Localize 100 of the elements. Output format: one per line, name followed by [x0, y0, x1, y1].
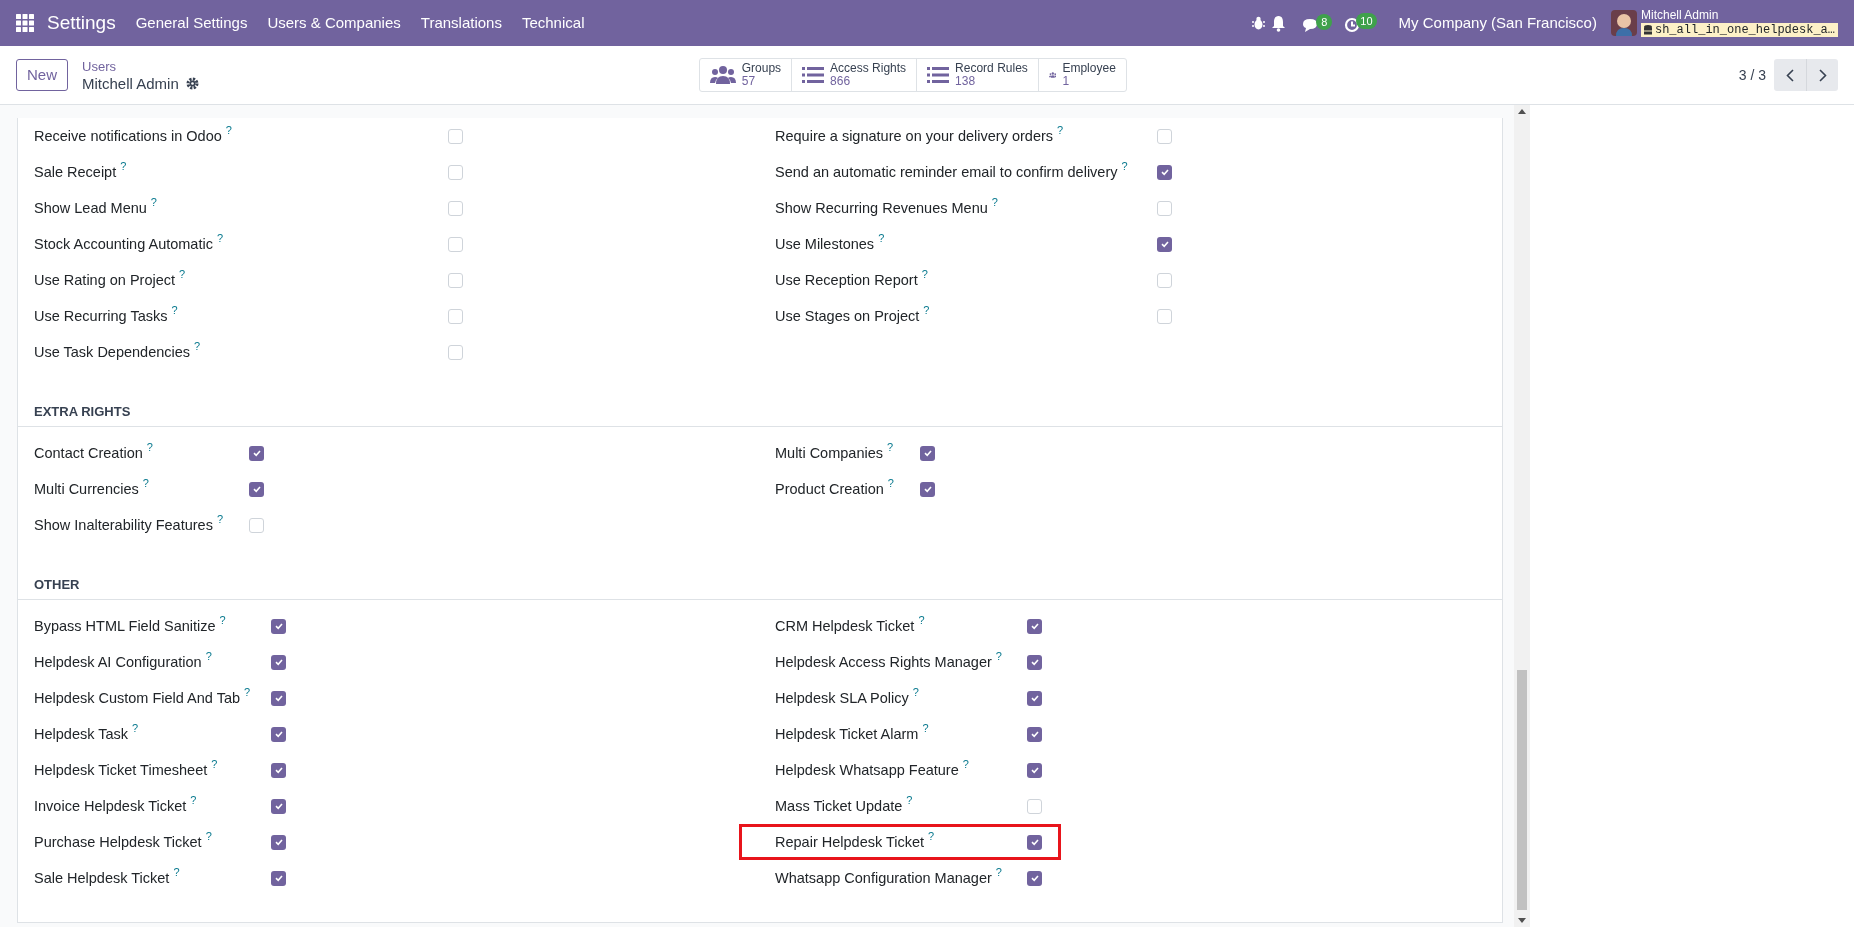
- smart-button[interactable]: Employee 1: [1037, 59, 1126, 91]
- help-mark[interactable]: ?: [928, 831, 935, 842]
- previous-button[interactable]: [1774, 59, 1806, 91]
- help-mark[interactable]: ?: [922, 723, 929, 734]
- checkbox[interactable]: [448, 272, 463, 288]
- checkbox[interactable]: [271, 726, 286, 742]
- help-mark[interactable]: ?: [906, 795, 913, 806]
- checkbox[interactable]: [448, 236, 463, 252]
- section-title: OTHER: [34, 577, 80, 592]
- checkbox[interactable]: [1027, 834, 1042, 850]
- help-mark[interactable]: ?: [244, 687, 251, 698]
- help-mark[interactable]: ?: [216, 514, 224, 525]
- checkbox[interactable]: [1157, 164, 1172, 180]
- help-mark[interactable]: ?: [142, 478, 149, 489]
- clock-icon[interactable]: [1344, 17, 1361, 33]
- help-mark[interactable]: ?: [923, 305, 930, 316]
- checkbox[interactable]: [448, 308, 463, 324]
- help-mark[interactable]: ?: [995, 651, 1002, 662]
- check-icon: [1159, 239, 1170, 249]
- help-mark[interactable]: ?: [991, 197, 998, 208]
- checkbox[interactable]: [448, 128, 463, 144]
- smart-button[interactable]: Groups 57: [699, 59, 792, 91]
- checkbox[interactable]: [1157, 272, 1172, 288]
- help-mark[interactable]: ?: [887, 478, 894, 489]
- help-mark[interactable]: ?: [190, 795, 197, 806]
- help-mark[interactable]: ?: [921, 269, 928, 280]
- menu-item[interactable]: Users & Companies: [267, 11, 401, 35]
- check-icon: [922, 448, 933, 458]
- help-mark[interactable]: ?: [962, 759, 969, 770]
- scroll-up-icon[interactable]: [1518, 109, 1526, 114]
- checkbox[interactable]: [920, 481, 935, 497]
- help-mark[interactable]: ?: [1121, 161, 1128, 172]
- checkbox[interactable]: [271, 870, 286, 886]
- company-switcher[interactable]: My Company (San Francisco): [1398, 11, 1597, 35]
- checkbox[interactable]: [271, 762, 286, 778]
- checkbox[interactable]: [920, 445, 935, 461]
- checkbox[interactable]: [1027, 690, 1042, 706]
- next-button[interactable]: [1806, 59, 1838, 91]
- apps-menu-icon[interactable]: [16, 14, 34, 32]
- gear-icon[interactable]: [185, 77, 199, 90]
- scrollbar[interactable]: [1514, 105, 1530, 927]
- bell-icon[interactable]: [1271, 14, 1287, 32]
- checkbox[interactable]: [271, 834, 286, 850]
- help-mark[interactable]: ?: [132, 723, 139, 734]
- help-mark[interactable]: ?: [194, 341, 201, 352]
- help-mark[interactable]: ?: [219, 615, 226, 626]
- check-icon: [1029, 621, 1040, 631]
- breadcrumb-link[interactable]: Users: [82, 58, 199, 75]
- help-mark[interactable]: ?: [995, 867, 1002, 878]
- app-title[interactable]: Settings: [47, 8, 116, 38]
- help-mark[interactable]: ?: [918, 615, 925, 626]
- checkbox[interactable]: [448, 164, 463, 180]
- menu-item[interactable]: General Settings: [135, 11, 248, 35]
- help-mark[interactable]: ?: [179, 269, 186, 280]
- checkbox[interactable]: [249, 445, 264, 461]
- checkbox[interactable]: [271, 798, 286, 814]
- help-mark[interactable]: ?: [887, 442, 894, 453]
- help-mark[interactable]: ?: [878, 233, 885, 244]
- help-mark[interactable]: ?: [173, 867, 180, 878]
- help-mark[interactable]: ?: [216, 233, 224, 244]
- help-mark[interactable]: ?: [211, 759, 218, 770]
- help-mark[interactable]: ?: [150, 197, 157, 208]
- checkbox[interactable]: [1157, 200, 1172, 216]
- help-mark[interactable]: ?: [205, 651, 212, 662]
- checkbox[interactable]: [1157, 128, 1172, 144]
- checkbox[interactable]: [271, 654, 286, 670]
- scrollbar-thumb[interactable]: [1517, 670, 1527, 910]
- setting-label: Multi Companies: [775, 444, 883, 462]
- menu-item[interactable]: Technical: [521, 11, 585, 35]
- help-mark[interactable]: ?: [120, 161, 127, 172]
- bug-icon[interactable]: [1252, 16, 1266, 30]
- setting-label: Helpdesk Task: [34, 725, 129, 743]
- help-mark[interactable]: ?: [171, 305, 178, 316]
- checkbox[interactable]: [271, 690, 286, 706]
- checkbox[interactable]: [249, 481, 264, 497]
- checkbox[interactable]: [1027, 726, 1042, 742]
- checkbox[interactable]: [1027, 654, 1042, 670]
- checkbox[interactable]: [1157, 308, 1172, 324]
- help-mark[interactable]: ?: [912, 687, 919, 698]
- checkbox[interactable]: [448, 344, 463, 360]
- smart-button[interactable]: Access Rights 866: [791, 59, 917, 91]
- help-mark[interactable]: ?: [146, 442, 153, 453]
- new-button[interactable]: New: [16, 59, 68, 91]
- checkbox[interactable]: [1027, 618, 1042, 634]
- setting-label: Show Lead Menu: [34, 199, 147, 217]
- checkbox[interactable]: [271, 618, 286, 634]
- checkbox[interactable]: [1027, 870, 1042, 886]
- avatar-icon[interactable]: [1610, 10, 1637, 36]
- checkbox[interactable]: [1157, 236, 1172, 252]
- smart-button[interactable]: Record Rules 138: [916, 59, 1038, 91]
- setting-label: Product Creation: [775, 480, 884, 498]
- help-mark[interactable]: ?: [225, 125, 232, 136]
- help-mark[interactable]: ?: [1057, 125, 1064, 136]
- help-mark[interactable]: ?: [205, 831, 212, 842]
- menu-item[interactable]: Translations: [420, 11, 502, 35]
- scroll-down-icon[interactable]: [1518, 918, 1526, 923]
- checkbox[interactable]: [448, 200, 463, 216]
- checkbox[interactable]: [249, 517, 264, 533]
- checkbox[interactable]: [1027, 798, 1042, 814]
- checkbox[interactable]: [1027, 762, 1042, 778]
